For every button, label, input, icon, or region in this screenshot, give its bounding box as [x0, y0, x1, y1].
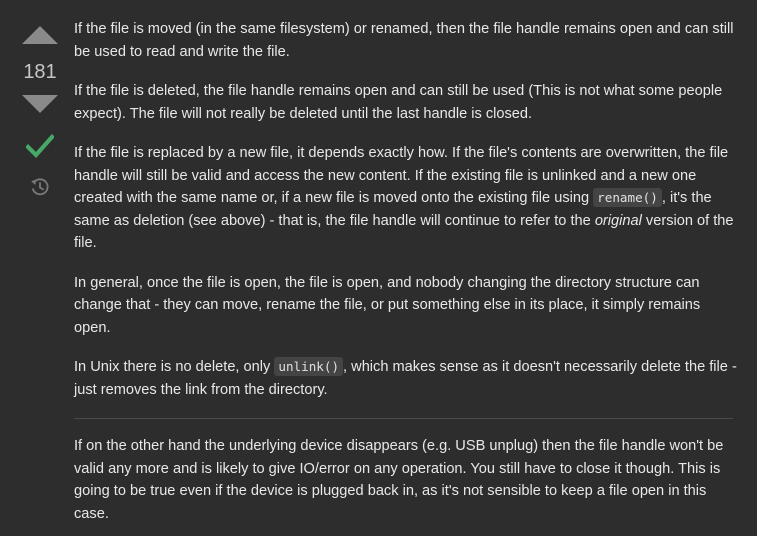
- vote-count: 181: [23, 61, 57, 83]
- caret-down-icon: [22, 95, 58, 113]
- history-icon: [31, 178, 49, 196]
- inline-code-unlink: unlink(): [274, 357, 344, 376]
- paragraph-text: In Unix there is no delete, only: [74, 359, 275, 375]
- inline-code-rename: rename(): [593, 188, 662, 207]
- accepted-answer-indicator: [25, 133, 55, 159]
- section-divider: [74, 418, 733, 419]
- paragraph-device-disappears: If on the other hand the underlying devi…: [74, 438, 724, 522]
- paragraph-moved-renamed: If the file is moved (in the same filesy…: [74, 21, 734, 60]
- caret-up-icon: [22, 26, 58, 44]
- checkmark-icon: [25, 134, 55, 159]
- upvote-button[interactable]: [22, 24, 58, 44]
- downvote-button[interactable]: [22, 95, 58, 115]
- vote-column: 181: [0, 0, 74, 536]
- paragraph-deleted: If the file is deleted, the file handle …: [74, 83, 723, 122]
- emphasis-original: original: [594, 212, 642, 229]
- timeline-button[interactable]: [29, 176, 51, 198]
- answer-body: If the file is moved (in the same filesy…: [74, 18, 738, 536]
- paragraph-replaced: If the file is replaced by a new file, i…: [74, 142, 738, 255]
- paragraph-general: In general, once the file is open, the f…: [74, 274, 701, 336]
- paragraph-unix-unlink: In Unix there is no delete, only unlink(…: [74, 356, 738, 401]
